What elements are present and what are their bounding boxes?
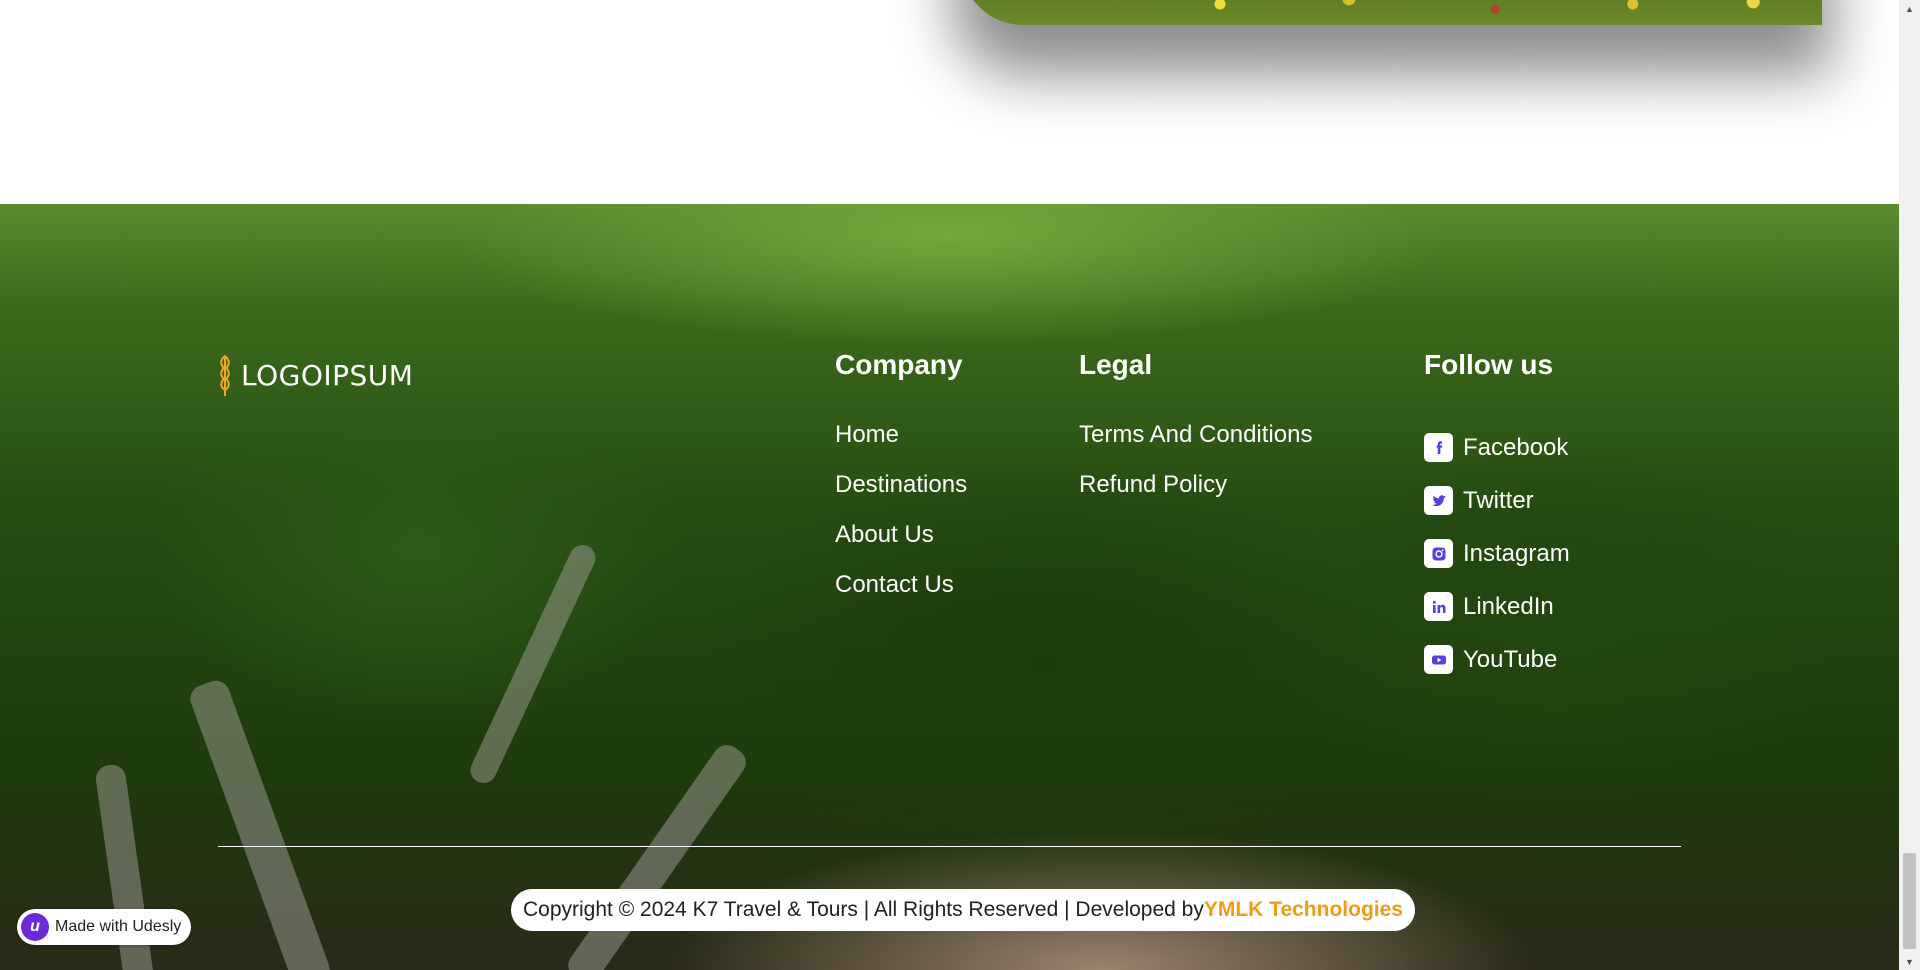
- company-heading: Company: [835, 349, 963, 380]
- tree-branch: [562, 739, 752, 970]
- landscape-image: [962, 0, 1822, 25]
- made-with-udesly-badge[interactable]: u Made with Udesly: [17, 909, 192, 945]
- facebook-icon: [1424, 433, 1453, 462]
- social-link-twitter[interactable]: Twitter: [1424, 474, 1570, 527]
- wheat-logo-icon: [220, 354, 230, 396]
- legal-links: Terms And Conditions Refund Policy: [1079, 421, 1312, 521]
- copyright-bar: Copyright © 2024 K7 Travel & Tours | All…: [511, 889, 1415, 931]
- youtube-icon: [1424, 645, 1453, 674]
- instagram-icon: [1424, 539, 1453, 568]
- udesly-logo-icon: u: [21, 913, 49, 941]
- social-link-facebook[interactable]: Facebook: [1424, 421, 1570, 474]
- logo-text: LOGOIPSUM: [241, 358, 414, 392]
- footer-link-terms[interactable]: Terms And Conditions: [1079, 421, 1312, 471]
- page: LOGOIPSUM Company Home Destinations Abou…: [0, 0, 1899, 970]
- company-links: Home Destinations About Us Contact Us: [835, 421, 967, 621]
- copyright-text: Copyright © 2024 K7 Travel & Tours | All…: [523, 898, 1204, 921]
- social-label: Instagram: [1463, 539, 1570, 567]
- scroll-up-arrow-icon[interactable]: ▲: [1899, 0, 1920, 17]
- social-label: LinkedIn: [1463, 592, 1554, 620]
- scroll-down-arrow-icon[interactable]: ▼: [1899, 953, 1920, 970]
- footer-link-about-us[interactable]: About Us: [835, 521, 967, 571]
- developer-link[interactable]: YMLK Technologies: [1204, 898, 1403, 922]
- footer-link-refund-policy[interactable]: Refund Policy: [1079, 471, 1312, 521]
- tree-branch: [186, 676, 334, 970]
- udesly-badge-label: Made with Udesly: [55, 918, 182, 935]
- social-links: Facebook Twitter Instagram LinkedIn YouT…: [1424, 421, 1570, 686]
- site-footer: LOGOIPSUM Company Home Destinations Abou…: [0, 204, 1899, 970]
- legal-heading: Legal: [1079, 349, 1153, 380]
- social-link-linkedin[interactable]: LinkedIn: [1424, 580, 1570, 633]
- footer-divider: [218, 846, 1681, 847]
- vertical-scrollbar[interactable]: ▲ ▼: [1899, 0, 1920, 970]
- legal-column: Legal Terms And Conditions Refund Policy: [1079, 349, 1312, 521]
- footer-link-home[interactable]: Home: [835, 421, 967, 471]
- linkedin-icon: [1424, 592, 1453, 621]
- tree-branch: [466, 540, 600, 788]
- follow-column: Follow us Facebook Twitter Instagram Lin…: [1424, 349, 1570, 686]
- scrollbar-thumb[interactable]: [1903, 853, 1916, 949]
- social-label: Facebook: [1463, 433, 1569, 461]
- follow-heading: Follow us: [1424, 349, 1554, 380]
- company-column: Company Home Destinations About Us Conta…: [835, 349, 967, 621]
- social-label: Twitter: [1463, 486, 1534, 514]
- footer-logo[interactable]: LOGOIPSUM: [217, 354, 413, 396]
- top-section: [0, 0, 1899, 204]
- social-link-youtube[interactable]: YouTube: [1424, 633, 1570, 686]
- twitter-icon: [1424, 486, 1453, 515]
- footer-link-contact-us[interactable]: Contact Us: [835, 571, 967, 621]
- footer-link-destinations[interactable]: Destinations: [835, 471, 967, 521]
- social-label: YouTube: [1463, 645, 1558, 673]
- social-link-instagram[interactable]: Instagram: [1424, 527, 1570, 580]
